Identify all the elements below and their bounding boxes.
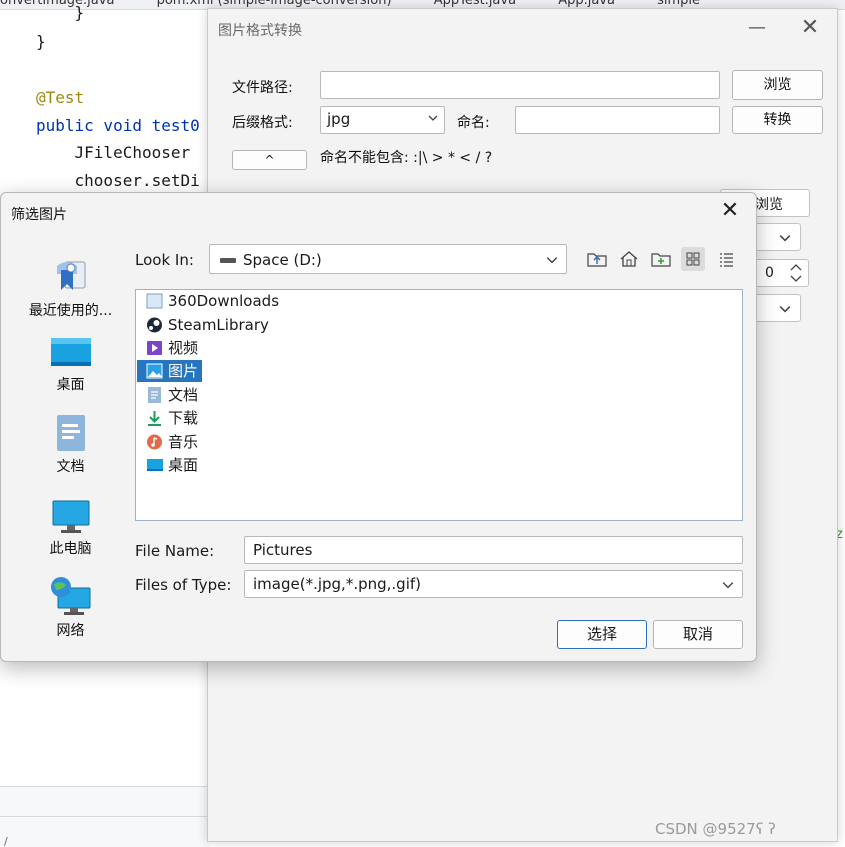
list-item[interactable]: 下载 <box>144 407 202 429</box>
spinner-value: 0 <box>765 265 774 281</box>
code-line: } <box>36 32 46 51</box>
file-type-label: Files of Type: <box>135 576 232 594</box>
list-item-selected[interactable]: 图片 <box>137 360 203 382</box>
desktop-folder-icon <box>147 459 163 471</box>
place-label: 文档 <box>56 459 85 475</box>
look-in-label: Look In: <box>135 251 194 269</box>
code-annotation: @Test <box>36 88 85 107</box>
list-item-label: 音乐 <box>168 433 199 451</box>
list-item-label: 桌面 <box>168 456 199 474</box>
ide-toolbar-strip <box>0 786 210 816</box>
minimize-button[interactable]: — <box>737 13 777 45</box>
convert-window-titlebar[interactable]: 图片格式转换 — ✕ <box>208 9 837 49</box>
code-line: public void test0 <box>36 116 200 135</box>
name-input[interactable] <box>515 106 720 134</box>
place-recent[interactable]: 最近使用的... <box>13 256 128 320</box>
name-label: 命名: <box>457 115 490 131</box>
code-line: } <box>36 3 85 22</box>
close-button[interactable]: ✕ <box>711 197 749 227</box>
list-item[interactable]: SteamLibrary <box>144 314 273 336</box>
ide-status-bar: / <box>0 816 210 847</box>
drive-icon <box>220 258 236 263</box>
place-label: 网络 <box>56 623 85 639</box>
browse-button[interactable]: 浏览 <box>732 70 823 100</box>
editor-tab[interactable]: AppTest.java <box>434 0 516 7</box>
convert-window-title: 图片格式转换 <box>218 23 302 39</box>
suffix-label: 后缀格式: <box>232 115 293 131</box>
list-item-label: SteamLibrary <box>168 316 269 334</box>
code-line: JFileChooser <box>36 143 191 162</box>
home-icon[interactable] <box>617 247 641 271</box>
editor-tab[interactable]: simple <box>657 0 700 7</box>
pictures-folder-icon <box>146 363 163 379</box>
list-item-label: 360Downloads <box>168 292 280 310</box>
list-item-label: 文档 <box>168 386 199 404</box>
list-item[interactable]: 视频 <box>144 337 202 359</box>
look-in-value: Space (D:) <box>243 251 322 269</box>
chevron-down-icon <box>546 257 558 264</box>
steam-icon <box>147 317 162 333</box>
suffix-select-value: jpg <box>327 110 351 128</box>
recent-items-icon <box>56 261 85 290</box>
list-item[interactable]: 360Downloads <box>144 290 283 312</box>
desktop-icon <box>50 338 91 366</box>
close-button[interactable]: ✕ <box>790 13 830 45</box>
collapse-toggle-button[interactable]: ^ <box>232 150 307 170</box>
up-one-level-icon[interactable] <box>585 247 609 271</box>
status-text: / <box>4 835 8 847</box>
documents-folder-icon <box>148 387 161 403</box>
watermark-text: CSDN @9527ʕ ʔ <box>655 820 776 838</box>
file-type-select[interactable]: image(*.jpg,*.png,.gif) <box>244 570 743 598</box>
video-folder-icon <box>147 341 162 355</box>
editor-tab[interactable]: pom.xml (simple-image-conversion) <box>157 0 392 7</box>
place-this-pc[interactable]: 此电脑 <box>13 500 128 558</box>
number-spinner[interactable]: 0 <box>748 259 809 287</box>
list-item[interactable]: 文档 <box>144 384 202 406</box>
file-type-value: image(*.jpg,*.png,.gif) <box>253 575 421 593</box>
chevron-down-icon <box>779 235 791 242</box>
chevron-down-icon <box>779 306 791 313</box>
look-in-select[interactable]: Space (D:) <box>209 244 567 274</box>
spinner-arrows-icon[interactable] <box>787 262 805 284</box>
place-network[interactable]: 网络 <box>13 576 128 640</box>
naming-hint-text: 命名不能包含: :|\ > * < / ? <box>320 150 493 166</box>
list-item[interactable]: 音乐 <box>144 431 202 453</box>
network-icon <box>50 577 90 615</box>
this-pc-icon <box>52 500 89 533</box>
file-chooser-dialog: 筛选图片 ✕ 最近使用的... 桌面 文档 此电脑 网络 Look In: Sp… <box>0 192 757 662</box>
music-folder-icon <box>147 434 162 450</box>
folder-icon <box>146 293 163 309</box>
list-item[interactable]: 桌面 <box>144 454 202 476</box>
file-chooser-title: 筛选图片 <box>11 207 67 223</box>
browse-button-secondary-label: 浏览 <box>755 197 783 213</box>
file-name-label: File Name: <box>135 542 215 560</box>
list-item-label: 图片 <box>168 362 199 380</box>
list-item-label: 视频 <box>168 339 199 357</box>
file-list[interactable]: 360Downloads SteamLibrary 视频 图片 文档 下载 音乐 <box>135 289 743 521</box>
code-line: chooser.setDi <box>36 171 200 190</box>
list-item-label: 下载 <box>168 409 199 427</box>
editor-tab[interactable]: onvertImage.java <box>0 0 114 7</box>
new-folder-icon[interactable] <box>649 247 673 271</box>
convert-button[interactable]: 转换 <box>732 106 823 134</box>
details-view-icon[interactable] <box>714 247 738 271</box>
suffix-select[interactable]: jpg <box>320 106 445 134</box>
place-desktop[interactable]: 桌面 <box>13 336 128 394</box>
downloads-folder-icon <box>148 411 161 426</box>
cancel-button[interactable]: 取消 <box>653 620 743 649</box>
documents-icon <box>56 415 85 451</box>
chevron-down-icon <box>428 115 438 121</box>
file-name-input[interactable]: Pictures <box>244 536 743 564</box>
place-label: 桌面 <box>56 377 85 393</box>
list-view-icon[interactable] <box>681 247 705 271</box>
select-button[interactable]: 选择 <box>557 620 647 649</box>
place-documents[interactable]: 文档 <box>13 414 128 476</box>
file-path-input[interactable] <box>320 71 720 99</box>
place-label: 此电脑 <box>49 541 92 557</box>
editor-tab[interactable]: App.java <box>558 0 615 7</box>
chevron-down-icon <box>722 582 734 589</box>
file-path-label: 文件路径: <box>232 80 293 96</box>
place-label: 最近使用的... <box>28 303 113 319</box>
